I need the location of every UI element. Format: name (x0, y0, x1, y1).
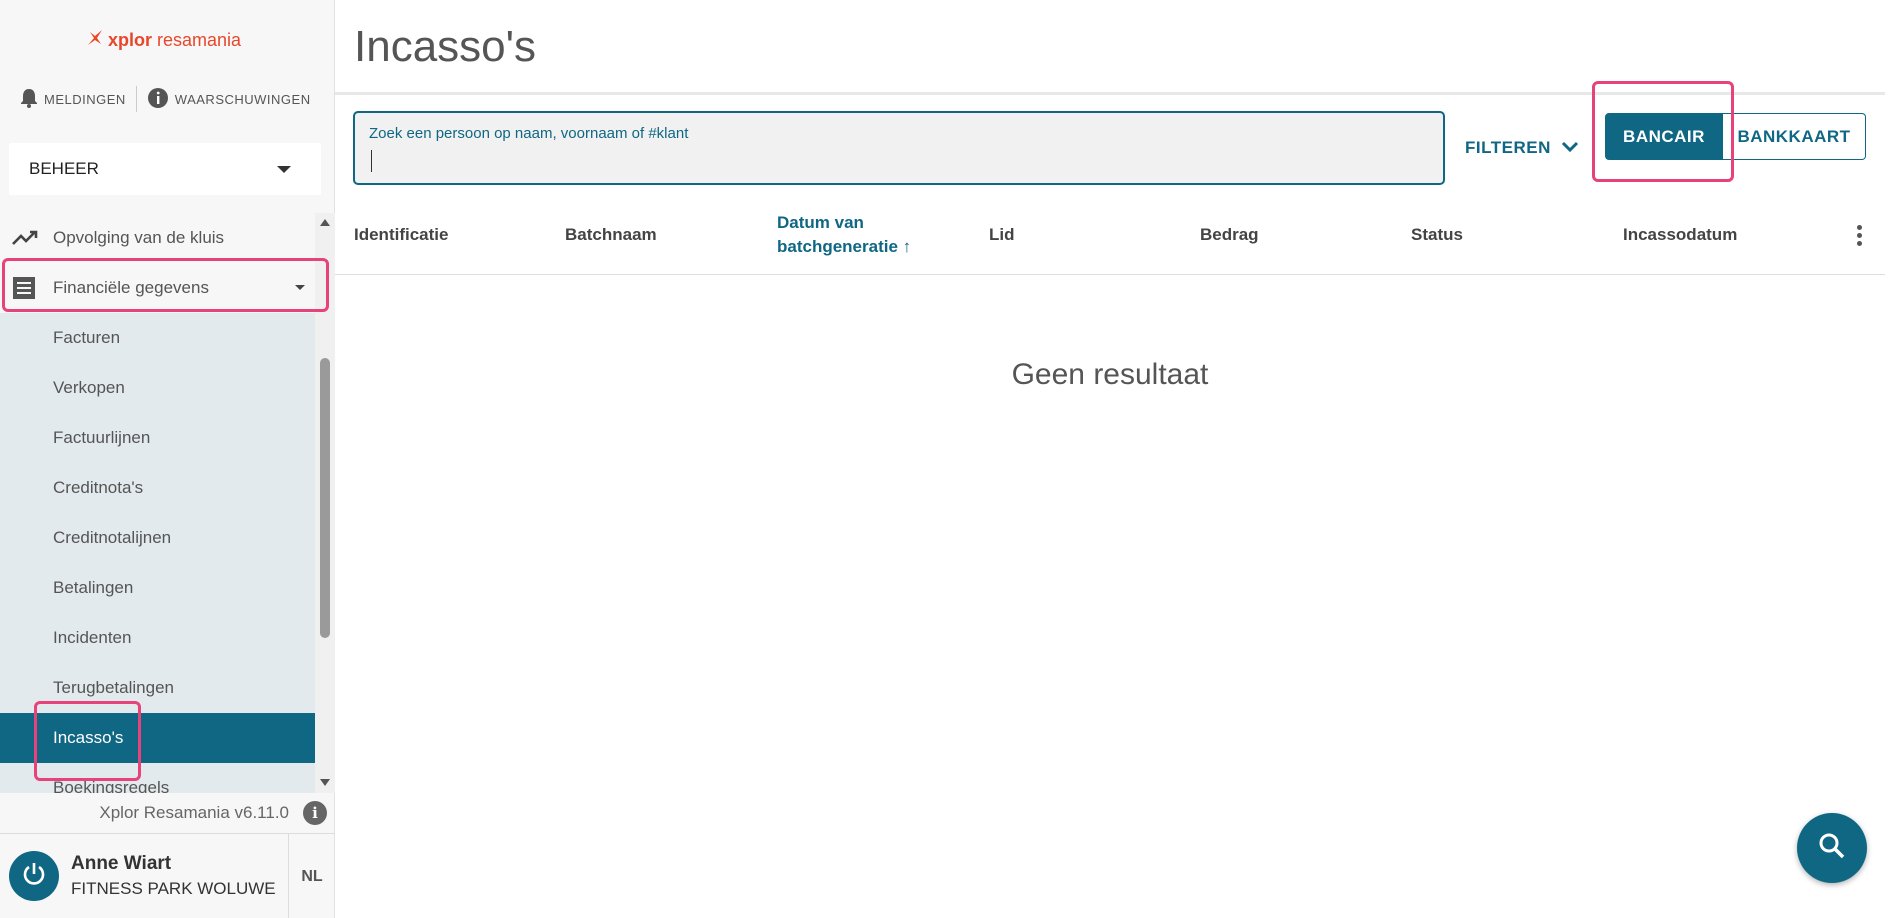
highlight-incassos (34, 701, 141, 781)
chevron-down-icon (1561, 138, 1579, 158)
logo-mark-icon (86, 29, 104, 52)
user-panel: Anne Wiart FITNESS PARK WOLUWE NL (0, 833, 335, 918)
section-select[interactable]: BEHEER (9, 143, 321, 195)
search-input[interactable] (369, 147, 1429, 175)
highlight-bancair (1592, 81, 1734, 182)
column-header-status[interactable]: Status (1411, 195, 1463, 275)
kebab-icon[interactable] (1857, 225, 1863, 246)
submenu-item-creditnotalijnen[interactable]: Creditnotalijnen (0, 513, 315, 563)
column-header-date-line2: batchgeneratie ↑ (777, 237, 912, 256)
submenu-item-creditnotas[interactable]: Creditnota's (0, 463, 315, 513)
search-icon (1818, 832, 1846, 865)
empty-state-message: Geen resultaat (1011, 358, 1209, 391)
info-icon (147, 87, 169, 112)
language-switch[interactable]: NL (288, 834, 335, 918)
scroll-down-icon[interactable] (320, 779, 330, 786)
search-field[interactable]: Zoek een persoon op naam, voornaam of #k… (353, 111, 1445, 185)
column-header-id[interactable]: Identificatie (354, 195, 448, 275)
power-icon (21, 861, 47, 892)
version-label: Xplor Resamania v6.11.0 (99, 803, 289, 822)
alerts-bar: MELDINGEN WAARSCHUWINGEN (20, 86, 311, 112)
user-info: Anne Wiart FITNESS PARK WOLUWE (71, 853, 276, 899)
submenu-item-verkopen[interactable]: Verkopen (0, 363, 315, 413)
column-header-amount[interactable]: Bedrag (1200, 195, 1259, 275)
filter-button[interactable]: FILTEREN (1465, 132, 1579, 164)
filter-label: FILTEREN (1465, 138, 1551, 157)
scrollbar-thumb[interactable] (320, 358, 330, 638)
warnings-label: WAARSCHUWINGEN (174, 91, 311, 107)
user-name: Anne Wiart (71, 853, 172, 874)
sidebar-item-monitoring[interactable]: Opvolging van de kluis (0, 213, 315, 263)
highlight-financial (2, 258, 329, 312)
search-label: Zoek een persoon op naam, voornaam of #k… (369, 125, 689, 142)
column-header-batch[interactable]: Batchnaam (565, 195, 657, 275)
trending-up-icon (12, 230, 42, 246)
app-logo[interactable]: xplor resamania (86, 27, 241, 53)
logo-brand: xplor (108, 29, 153, 50)
column-header-date[interactable]: Datum van batchgeneratie ↑ (777, 195, 911, 275)
chevron-down-icon (277, 165, 291, 173)
notifications-label: MELDINGEN (44, 91, 126, 107)
page-title: Incasso's (354, 22, 537, 71)
column-header-date-line1: Datum van (777, 213, 864, 232)
submenu-item-incidenten[interactable]: Incidenten (0, 613, 315, 663)
bankkaart-button[interactable]: BANKKAART (1723, 113, 1866, 160)
user-club: FITNESS PARK WOLUWE (71, 879, 276, 898)
submenu-item-betalingen[interactable]: Betalingen (0, 563, 315, 613)
warnings-button[interactable]: WAARSCHUWINGEN (147, 87, 311, 112)
scroll-up-icon[interactable] (320, 219, 330, 226)
table-header: Identificatie Batchnaam Datum van batchg… (335, 195, 1885, 275)
notifications-button[interactable]: MELDINGEN (20, 88, 126, 111)
column-header-collection-date[interactable]: Incassodatum (1623, 195, 1737, 275)
column-header-member[interactable]: Lid (989, 195, 1015, 275)
search-fab-button[interactable] (1797, 813, 1867, 883)
version-info-icon[interactable]: i (303, 801, 327, 825)
section-select-value: BEHEER (29, 159, 99, 178)
app-version: Xplor Resamania v6.11.0 i (0, 793, 335, 833)
logo-product: resamania (157, 29, 242, 50)
sidebar-item-label: Opvolging van de kluis (53, 228, 225, 247)
submenu-item-facturen[interactable]: Facturen (0, 313, 315, 363)
alerts-divider (135, 86, 137, 112)
submenu-item-factuurlijnen[interactable]: Factuurlijnen (0, 413, 315, 463)
logout-button[interactable] (9, 851, 59, 901)
text-cursor (371, 150, 372, 172)
bell-icon (20, 88, 38, 111)
